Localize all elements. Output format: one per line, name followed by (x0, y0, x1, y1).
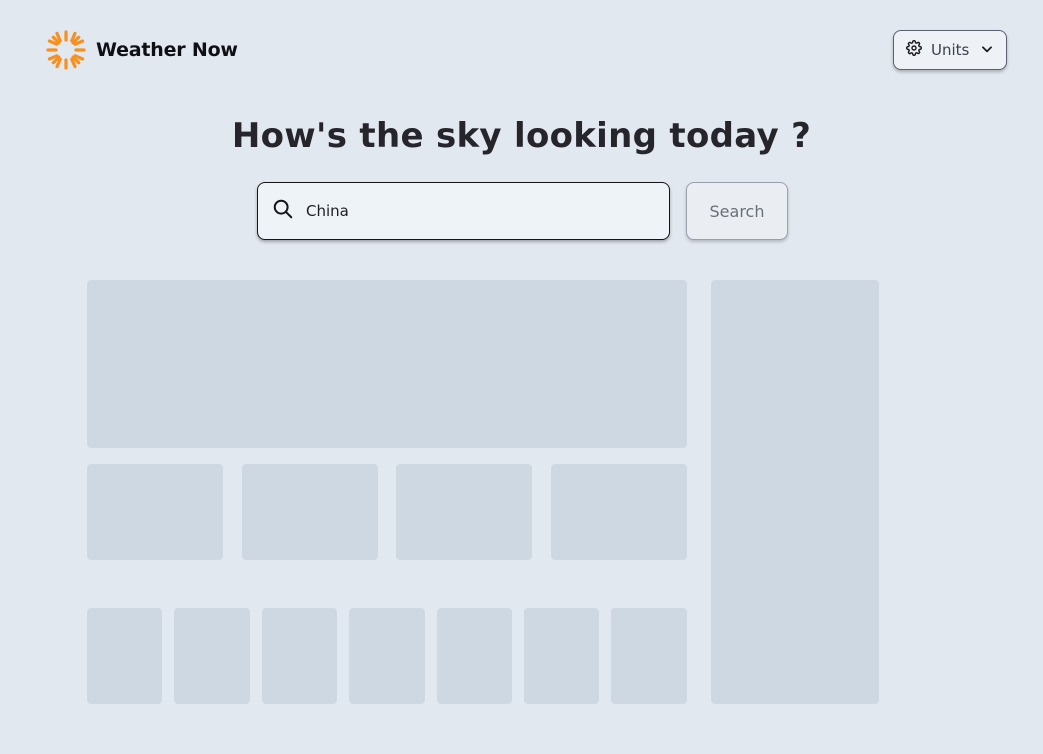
daily-forecast-skeleton (262, 608, 337, 704)
daily-forecast-skeleton (87, 608, 162, 704)
daily-forecast-skeleton (174, 608, 250, 704)
current-weather-skeleton (87, 280, 687, 448)
sun-icon (46, 30, 86, 70)
units-dropdown-button[interactable]: Units (893, 30, 1007, 70)
hourly-forecast-skeleton (711, 280, 879, 704)
daily-forecast-skeleton (611, 608, 687, 704)
search-button[interactable]: Search (686, 182, 788, 240)
daily-forecast-skeleton (524, 608, 599, 704)
detail-card-skeleton (242, 464, 378, 560)
daily-forecast-skeleton (349, 608, 425, 704)
gear-icon (905, 39, 923, 60)
detail-card-skeleton (551, 464, 687, 560)
detail-card-skeleton (396, 464, 532, 560)
app-name: Weather Now (96, 39, 238, 61)
page-title: How's the sky looking today ? (231, 116, 812, 156)
chevron-down-icon (980, 41, 994, 60)
units-label: Units (931, 41, 970, 59)
detail-card-skeleton (87, 464, 223, 560)
search-field[interactable] (257, 182, 670, 240)
daily-forecast-skeleton (437, 608, 512, 704)
search-icon (272, 198, 294, 224)
weather-app: Weather Now Units How's the sky looking … (0, 0, 1043, 754)
search-input[interactable] (306, 202, 655, 220)
app-logo[interactable]: Weather Now (46, 30, 238, 70)
